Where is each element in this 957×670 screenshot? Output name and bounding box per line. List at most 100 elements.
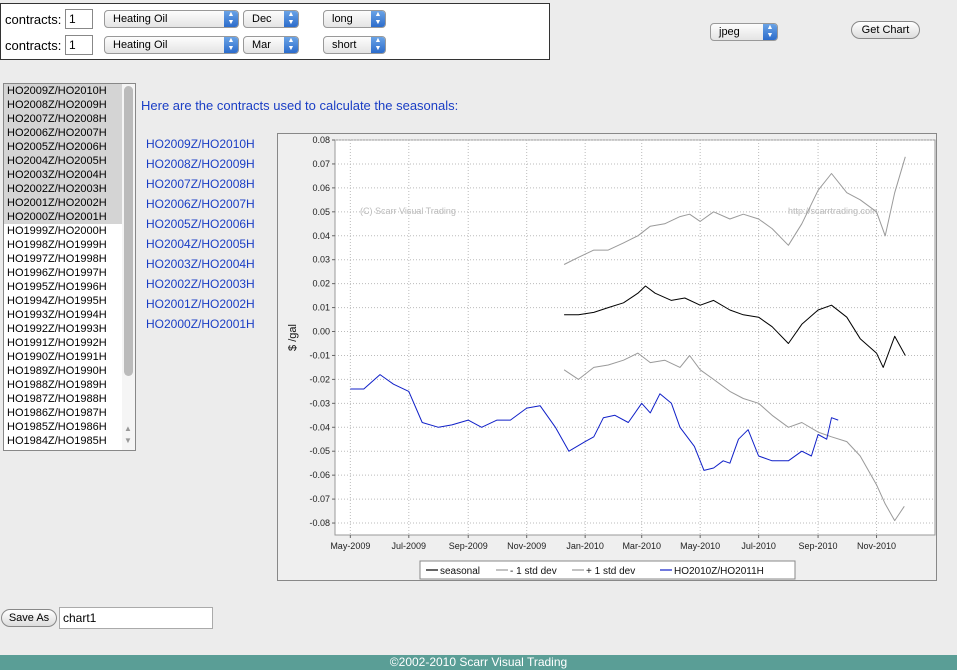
y-tick-label: 0.07: [312, 159, 330, 169]
y-tick-label: 0.08: [312, 135, 330, 145]
commodity-select[interactable]: Heating Oil ▲ ▼: [104, 36, 239, 54]
contract-link[interactable]: HO2008Z/HO2009H: [146, 156, 255, 176]
commodity-select[interactable]: Heating Oil ▲ ▼: [104, 10, 239, 28]
watermark-text: (C) Scarr Visual Trading: [360, 206, 456, 216]
get-chart-button[interactable]: Get Chart: [851, 21, 920, 39]
side-value: short: [332, 39, 357, 51]
y-tick-label: 0.06: [312, 183, 330, 193]
list-item[interactable]: HO2004Z/HO2005H: [4, 154, 122, 168]
y-tick-label: -0.05: [309, 446, 330, 456]
select-arrows-icon: ▲ ▼: [763, 24, 777, 40]
list-item[interactable]: HO1994Z/HO1995H: [4, 294, 122, 308]
list-item[interactable]: HO1992Z/HO1993H: [4, 322, 122, 336]
side-select[interactable]: short ▲ ▼: [323, 36, 386, 54]
select-arrows-icon: ▲ ▼: [284, 37, 298, 53]
x-tick-label: Sep-2010: [799, 541, 838, 551]
list-item[interactable]: HO1987Z/HO1988H: [4, 392, 122, 406]
contract-link[interactable]: HO2002Z/HO2003H: [146, 276, 255, 296]
contracts-form: contracts: 1 Heating Oil ▲ ▼ Dec ▲ ▼ long …: [0, 3, 550, 60]
y-tick-label: -0.07: [309, 494, 330, 504]
month-value: Mar: [252, 39, 271, 51]
y-tick-label: 0.02: [312, 279, 330, 289]
contract-link[interactable]: HO2006Z/HO2007H: [146, 196, 255, 216]
y-tick-label: 0.05: [312, 207, 330, 217]
list-item[interactable]: HO1990Z/HO1991H: [4, 350, 122, 364]
contract-link[interactable]: HO2009Z/HO2010H: [146, 136, 255, 156]
contract-link[interactable]: HO2007Z/HO2008H: [146, 176, 255, 196]
list-item[interactable]: HO1985Z/HO1986H: [4, 420, 122, 434]
select-arrows-icon: ▲ ▼: [284, 11, 298, 27]
quantity-input[interactable]: 1: [65, 9, 93, 29]
y-tick-label: 0.04: [312, 231, 330, 241]
chart-svg: 0.08 0.07 0.06 0.05 0.04 0.03 0.02 0.01 0.00 -0.0…: [287, 135, 936, 580]
month-value: Dec: [252, 13, 272, 25]
legend-label: HO2010Z/HO2011H: [674, 566, 764, 577]
x-tick-label: May-2010: [680, 541, 720, 551]
seasonal-chart-app: contracts: 1 Heating Oil ▲ ▼ Dec ▲ ▼ long …: [0, 0, 957, 670]
list-item[interactable]: HO1991Z/HO1992H: [4, 336, 122, 350]
used-contracts-list: HO2009Z/HO2010H HO2008Z/HO2009H HO2007Z/HO…: [146, 136, 255, 336]
x-tick-label: May-2009: [330, 541, 370, 551]
x-tick-label: Nov-2009: [507, 541, 546, 551]
contract-link[interactable]: HO2003Z/HO2004H: [146, 256, 255, 276]
x-tick-label: Sep-2009: [449, 541, 488, 551]
month-select[interactable]: Dec ▲ ▼: [243, 10, 299, 28]
list-item[interactable]: HO1986Z/HO1987H: [4, 406, 122, 420]
scroll-up-icon[interactable]: ▲: [124, 424, 132, 433]
list-item[interactable]: HO1996Z/HO1997H: [4, 266, 122, 280]
list-item[interactable]: HO1999Z/HO2000H: [4, 224, 122, 238]
quantity-input[interactable]: 1: [65, 35, 93, 55]
seasonal-chart: 0.08 0.07 0.06 0.05 0.04 0.03 0.02 0.01 0.00 -0.0…: [277, 133, 937, 581]
x-tick-label: Jul-2010: [741, 541, 776, 551]
contracts-listbox[interactable]: HO2009Z/HO2010H HO2008Z/HO2009H HO2007Z/HO…: [3, 83, 136, 451]
list-item[interactable]: HO2003Z/HO2004H: [4, 168, 122, 182]
select-arrows-icon: ▲ ▼: [224, 37, 238, 53]
x-tick-label: Jul-2009: [392, 541, 427, 551]
contracts-label: contracts:: [5, 38, 62, 53]
list-item[interactable]: HO2008Z/HO2009H: [4, 98, 122, 112]
contract-link[interactable]: HO2004Z/HO2005H: [146, 236, 255, 256]
month-select[interactable]: Mar ▲ ▼: [243, 36, 299, 54]
list-item[interactable]: HO2007Z/HO2008H: [4, 112, 122, 126]
x-tick-label: Mar-2010: [622, 541, 661, 551]
list-item[interactable]: HO2001Z/HO2002H: [4, 196, 122, 210]
list-item[interactable]: HO2000Z/HO2001H: [4, 210, 122, 224]
filename-input[interactable]: chart1: [59, 607, 213, 629]
y-axis-label: $ /gal: [287, 324, 299, 351]
list-item[interactable]: HO2009Z/HO2010H: [4, 84, 122, 98]
watermark-text: http://scarrtrading.com: [788, 206, 878, 216]
y-tick-label: -0.02: [309, 374, 330, 384]
y-tick-label: -0.03: [309, 398, 330, 408]
commodity-value: Heating Oil: [113, 13, 168, 25]
list-item[interactable]: HO2005Z/HO2006H: [4, 140, 122, 154]
list-scrollbar[interactable]: ▲ ▼: [122, 84, 135, 450]
select-arrows-icon: ▲ ▼: [371, 11, 385, 27]
list-item[interactable]: HO1995Z/HO1996H: [4, 280, 122, 294]
list-item[interactable]: HO1988Z/HO1989H: [4, 378, 122, 392]
y-tick-label: 0.01: [312, 303, 330, 313]
contract-link[interactable]: HO2005Z/HO2006H: [146, 216, 255, 236]
list-item[interactable]: HO2006Z/HO2007H: [4, 126, 122, 140]
list-item[interactable]: HO1993Z/HO1994H: [4, 308, 122, 322]
x-tick-label: Jan-2010: [566, 541, 604, 551]
y-tick-label: 0.03: [312, 255, 330, 265]
legend-label: - 1 std dev: [510, 566, 557, 577]
list-item[interactable]: HO1984Z/HO1985H: [4, 434, 122, 448]
contract-link[interactable]: HO2001Z/HO2002H: [146, 296, 255, 316]
list-item[interactable]: HO1998Z/HO1999H: [4, 238, 122, 252]
format-value: jpeg: [719, 26, 740, 38]
y-tick-label: -0.06: [309, 470, 330, 480]
scroll-down-icon[interactable]: ▼: [124, 436, 132, 445]
legend-label: + 1 std dev: [586, 566, 635, 577]
select-arrows-icon: ▲ ▼: [371, 37, 385, 53]
select-arrows-icon: ▲ ▼: [224, 11, 238, 27]
list-item[interactable]: HO2002Z/HO2003H: [4, 182, 122, 196]
list-item[interactable]: HO1989Z/HO1990H: [4, 364, 122, 378]
commodity-value: Heating Oil: [113, 39, 168, 51]
save-as-button[interactable]: Save As: [1, 609, 57, 627]
scrollbar-thumb[interactable]: [124, 86, 133, 376]
format-select[interactable]: jpeg ▲ ▼: [710, 23, 778, 41]
contract-link[interactable]: HO2000Z/HO2001H: [146, 316, 255, 336]
list-item[interactable]: HO1997Z/HO1998H: [4, 252, 122, 266]
side-select[interactable]: long ▲ ▼: [323, 10, 386, 28]
